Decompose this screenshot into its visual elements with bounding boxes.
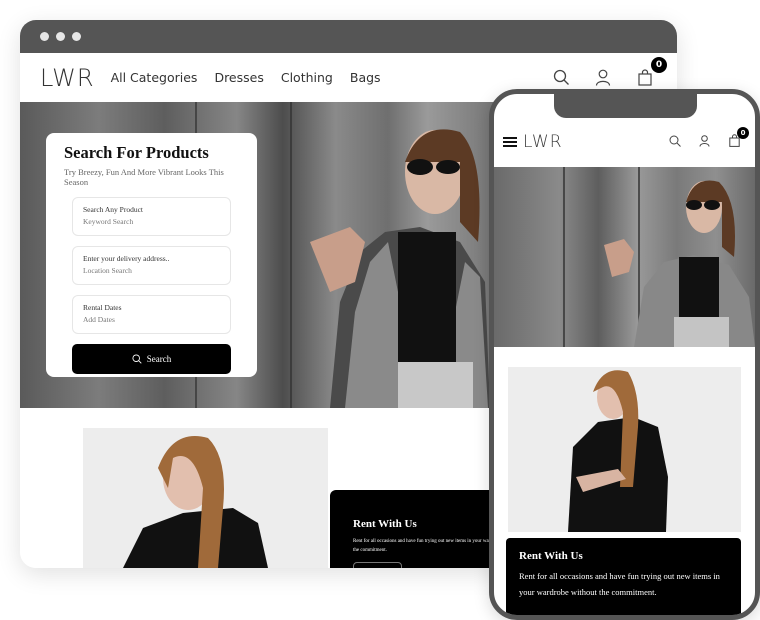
nav-link-all-categories[interactable]: All Categories <box>111 70 198 85</box>
search-button[interactable]: Search <box>72 344 231 374</box>
rental-dates-field[interactable]: Rental Dates Add Dates <box>72 295 231 334</box>
header-icons: 0 <box>551 57 667 87</box>
rent-now-button[interactable] <box>353 562 402 568</box>
nav-link-bags[interactable]: Bags <box>350 70 381 85</box>
hero-model-image <box>310 129 490 408</box>
mobile-rent-text: Rent for all occasions and have fun tryi… <box>519 571 720 597</box>
field-label: Search Any Product <box>83 205 143 214</box>
rent-title: Rent With Us <box>353 518 417 530</box>
mobile-site-logo[interactable]: LWR <box>523 132 563 152</box>
window-dot-close[interactable] <box>40 32 49 41</box>
featured-model-image <box>83 428 328 568</box>
window-dot-minimize[interactable] <box>56 32 65 41</box>
field-placeholder: Add Dates <box>83 315 115 324</box>
rent-text-line2: the commitment. <box>353 548 387 553</box>
nav-link-dresses[interactable]: Dresses <box>214 70 263 85</box>
site-logo[interactable]: LWR <box>40 64 95 92</box>
rent-text-line1: Rent for all occasions and have fun tryi… <box>353 539 519 544</box>
mobile-phone-mockup: LWR 0 Rent With Us Rent for all occasion… <box>489 89 760 620</box>
mobile-header-icons: 0 <box>668 127 749 147</box>
search-card-subtitle: Try Breezy, Fun And More Vibrant Looks T… <box>64 167 224 187</box>
shopping-bag-icon[interactable]: 0 <box>635 57 667 87</box>
search-card-title: Search For Products <box>64 143 209 162</box>
phone-notch <box>554 94 697 118</box>
field-placeholder: Keyword Search <box>83 217 134 226</box>
mobile-header: LWR 0 <box>494 122 755 162</box>
cart-count-badge: 0 <box>651 57 667 73</box>
browser-titlebar <box>20 20 677 53</box>
keyword-search-field[interactable]: Search Any Product Keyword Search <box>72 197 231 236</box>
mobile-cart-count-badge: 0 <box>737 127 749 139</box>
mobile-rent-title: Rent With Us <box>519 550 583 562</box>
mobile-featured-model-image <box>508 367 741 532</box>
search-icon <box>132 354 142 364</box>
nav-link-clothing[interactable]: Clothing <box>281 70 333 85</box>
window-dot-maximize[interactable] <box>72 32 81 41</box>
product-search-card: Search For Products Try Breezy, Fun And … <box>46 133 257 377</box>
rent-with-us-card: Rent With Us Rent for all occasions and … <box>330 490 519 568</box>
search-icon[interactable] <box>551 67 571 87</box>
location-search-field[interactable]: Enter your delivery address.. Location S… <box>72 246 231 285</box>
mobile-hero-model-image <box>563 167 755 347</box>
shopping-bag-icon[interactable]: 0 <box>728 127 749 147</box>
menu-icon[interactable] <box>503 137 517 147</box>
user-icon[interactable] <box>593 67 613 87</box>
mobile-hero-banner <box>494 167 755 347</box>
field-label: Rental Dates <box>83 303 122 312</box>
search-icon[interactable] <box>668 134 681 147</box>
field-label: Enter your delivery address.. <box>83 254 170 263</box>
search-button-label: Search <box>146 354 172 364</box>
user-icon[interactable] <box>698 134 711 147</box>
field-placeholder: Location Search <box>83 266 132 275</box>
mobile-rent-with-us-card: Rent With Us Rent for all occasions and … <box>506 538 741 615</box>
